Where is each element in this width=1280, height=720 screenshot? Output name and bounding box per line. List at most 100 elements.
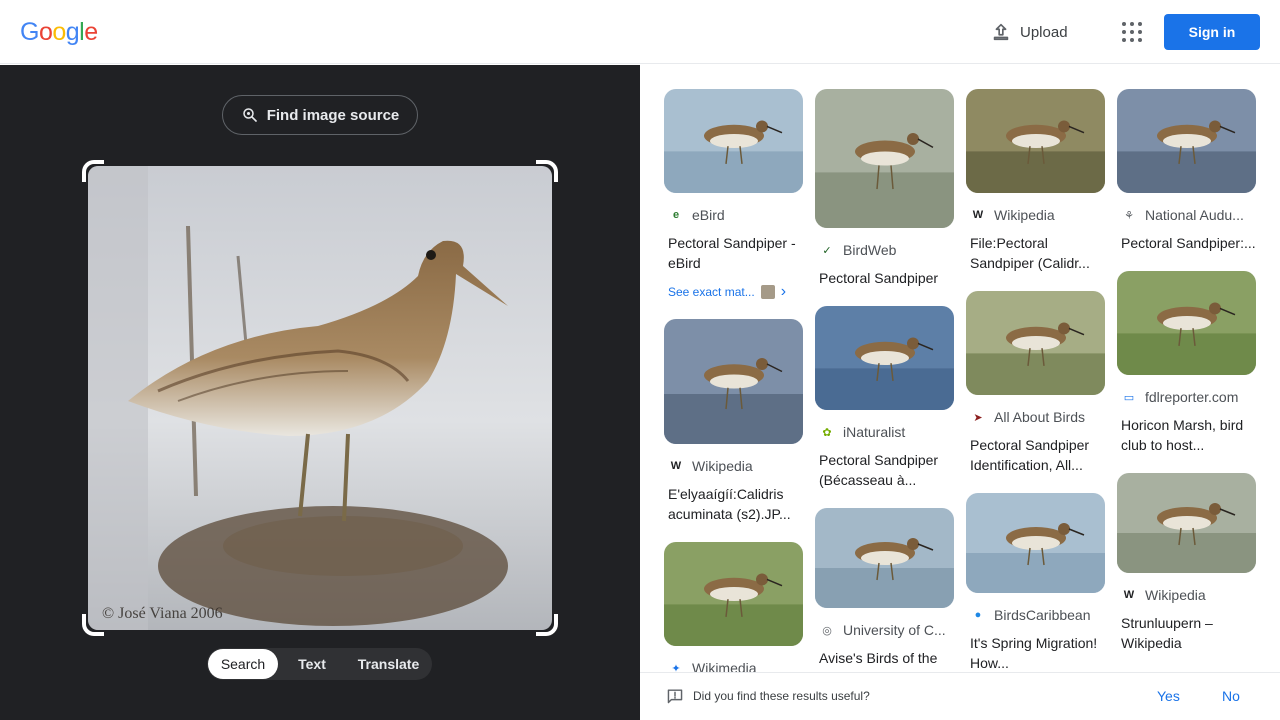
result-thumbnail[interactable] (966, 89, 1105, 193)
logo-letter: G (20, 18, 39, 46)
see-exact-matches-link[interactable]: See exact mat... › (664, 283, 803, 301)
feedback-bar: Did you find these results useful? Yes N… (640, 672, 1280, 720)
tab-translate[interactable]: Translate (346, 649, 431, 679)
source-name: All About Birds (994, 409, 1086, 425)
lens-search-icon (242, 108, 257, 122)
tab-text[interactable]: Text (278, 649, 346, 679)
result-card[interactable]: ✓ BirdWeb Pectoral Sandpiper (815, 89, 954, 288)
result-card[interactable]: ◎ University of C... Avise's Birds of the (815, 508, 954, 668)
result-card[interactable]: e eBird Pectoral Sandpiper - eBird See exac… (664, 89, 803, 301)
result-thumbnail[interactable] (815, 89, 954, 228)
result-source[interactable]: W Wikipedia (1117, 587, 1256, 603)
result-source[interactable]: ◎ University of C... (815, 622, 954, 638)
crop-selection[interactable]: © José Viana 2006 (82, 160, 558, 636)
result-card[interactable]: W Wikipedia File:Pectoral Sandpiper (Calid… (966, 89, 1105, 273)
feedback-yes-button[interactable]: Yes (1157, 688, 1180, 704)
result-title[interactable]: Strunluupern – Wikipedia (1117, 613, 1256, 653)
result-thumbnail[interactable] (1117, 473, 1256, 573)
crop-handle-top-right[interactable] (536, 160, 558, 182)
site-favicon-icon: W (670, 460, 682, 472)
results-column: W Wikipedia File:Pectoral Sandpiper (Calid… (966, 89, 1105, 672)
result-title[interactable]: Pectoral Sandpiper Identification, All..… (966, 435, 1105, 475)
photo-watermark: © José Viana 2006 (102, 605, 223, 622)
result-source[interactable]: ✦ Wikimedia (664, 660, 803, 672)
source-name: Wikimedia (692, 660, 757, 672)
site-favicon-icon: ⚘ (1124, 209, 1134, 222)
result-title[interactable]: Pectoral Sandpiper (Bécasseau à... (815, 450, 954, 490)
result-card[interactable]: W Wikipedia Strunluupern – Wikipedia (1117, 473, 1256, 653)
result-thumbnail[interactable] (815, 508, 954, 608)
result-thumbnail[interactable] (1117, 271, 1256, 375)
query-image-panel: Find image source © José Viana 2006 Sear… (0, 65, 640, 720)
find-image-source-button[interactable]: Find image source (222, 95, 418, 135)
result-source[interactable]: e eBird (664, 207, 803, 223)
source-name: fdlreporter.com (1145, 389, 1239, 405)
lens-mode-tabs: Search Text Translate (207, 648, 432, 680)
site-favicon-icon: ✿ (822, 426, 832, 439)
site-favicon-icon: W (972, 209, 984, 221)
result-card[interactable]: ✦ Wikimedia (664, 542, 803, 672)
apps-grid-icon[interactable] (1120, 20, 1144, 44)
logo-letter: o (52, 18, 66, 46)
upload-label: Upload (1020, 23, 1068, 41)
result-card[interactable]: ● BirdsCaribbean It's Spring Migration! Ho… (966, 493, 1105, 672)
site-favicon-icon: ● (974, 609, 982, 621)
exact-match-thumbnail (760, 285, 775, 299)
result-title[interactable]: E'elyaaígíí:Calidris acuminata (s2).JP..… (664, 484, 803, 524)
site-favicon-icon: ➤ (973, 411, 983, 424)
result-title[interactable]: File:Pectoral Sandpiper (Calidr... (966, 233, 1105, 273)
source-name: iNaturalist (843, 424, 906, 440)
source-name: eBird (692, 207, 725, 223)
result-card[interactable]: ⚘ National Audu... Pectoral Sandpiper:... (1117, 89, 1256, 253)
logo-letter: g (65, 18, 80, 46)
query-photo: © José Viana 2006 (88, 166, 552, 630)
see-exact-matches-label: See exact mat... (668, 285, 755, 299)
upload-button[interactable]: Upload (990, 20, 1068, 44)
source-name: National Audu... (1145, 207, 1244, 223)
upload-icon (993, 23, 1009, 41)
result-title[interactable]: Horicon Marsh, bird club to host... (1117, 415, 1256, 455)
result-thumbnail[interactable] (966, 291, 1105, 395)
feedback-question: Did you find these results useful? (693, 689, 870, 703)
result-title[interactable]: It's Spring Migration! How... (966, 633, 1105, 672)
tab-search[interactable]: Search (208, 649, 278, 679)
result-title[interactable]: Pectoral Sandpiper - eBird (664, 233, 803, 273)
result-thumbnail[interactable] (1117, 89, 1256, 193)
visual-matches: e eBird Pectoral Sandpiper - eBird See exac… (640, 65, 1280, 672)
result-card[interactable]: ▭ fdlreporter.com Horicon Marsh, bird club… (1117, 271, 1256, 455)
result-card[interactable]: W Wikipedia E'elyaaígíí:Calidris acuminata… (664, 319, 803, 524)
google-logo[interactable]: Google (20, 18, 98, 47)
source-name: BirdWeb (843, 242, 897, 258)
result-thumbnail[interactable] (664, 542, 803, 646)
crop-handle-bottom-left[interactable] (82, 614, 104, 636)
result-card[interactable]: ➤ All About Birds Pectoral Sandpiper Ident… (966, 291, 1105, 475)
result-thumbnail[interactable] (664, 89, 803, 193)
result-thumbnail[interactable] (966, 493, 1105, 593)
site-favicon-icon: ◎ (822, 624, 832, 637)
result-source[interactable]: ➤ All About Birds (966, 409, 1105, 425)
result-thumbnail[interactable] (664, 319, 803, 444)
result-title[interactable]: Pectoral Sandpiper (815, 268, 954, 288)
result-card[interactable]: ✿ iNaturalist Pectoral Sandpiper (Bécassea… (815, 306, 954, 490)
chevron-right-icon: › (780, 283, 787, 300)
result-source[interactable]: W Wikipedia (664, 458, 803, 474)
source-name: BirdsCaribbean (994, 607, 1091, 623)
result-title[interactable]: Pectoral Sandpiper:... (1117, 233, 1256, 253)
result-source[interactable]: ⚘ National Audu... (1117, 207, 1256, 223)
result-source[interactable]: ✿ iNaturalist (815, 424, 954, 440)
site-favicon-icon: ▭ (1123, 391, 1135, 404)
crop-handle-bottom-right[interactable] (536, 614, 558, 636)
result-source[interactable]: ● BirdsCaribbean (966, 607, 1105, 623)
find-image-source-label: Find image source (266, 106, 400, 124)
result-source[interactable]: ▭ fdlreporter.com (1117, 389, 1256, 405)
result-source[interactable]: W Wikipedia (966, 207, 1105, 223)
crop-handle-top-left[interactable] (82, 160, 104, 182)
result-title[interactable]: Avise's Birds of the (815, 648, 954, 668)
feedback-icon (667, 689, 683, 704)
feedback-no-button[interactable]: No (1222, 688, 1240, 704)
site-favicon-icon: ✓ (822, 244, 832, 257)
sign-in-button[interactable]: Sign in (1164, 14, 1260, 50)
result-thumbnail[interactable] (815, 306, 954, 410)
result-source[interactable]: ✓ BirdWeb (815, 242, 954, 258)
source-name: Wikipedia (994, 207, 1055, 223)
